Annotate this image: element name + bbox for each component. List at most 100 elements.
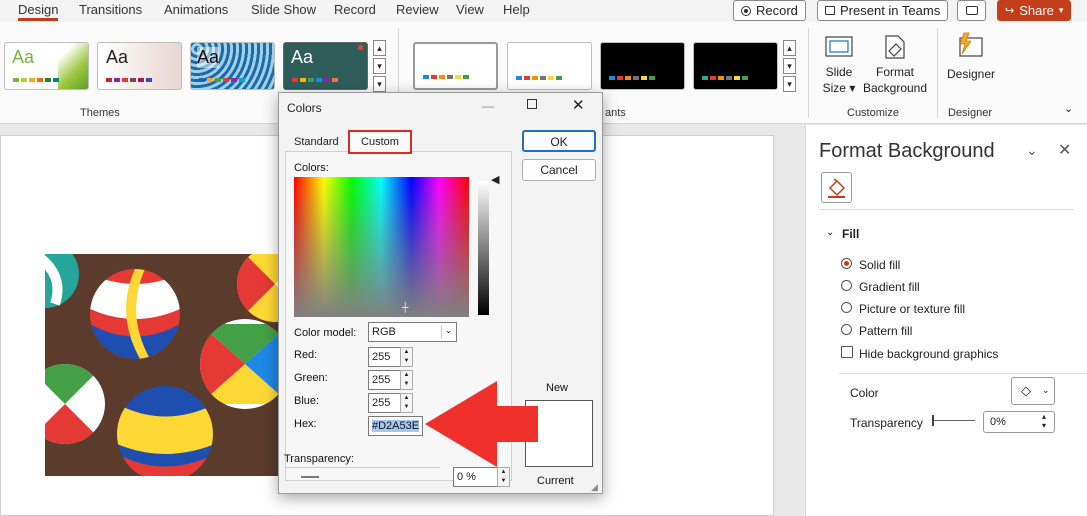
transparency-label: Transparency:: [284, 453, 354, 465]
designer-group-label: Designer: [948, 107, 993, 119]
format-background-button[interactable]: Format Background: [862, 32, 928, 100]
transparency-slider-handle[interactable]: [932, 415, 934, 426]
variant-thumbnail-3[interactable]: [600, 42, 685, 90]
tab-transitions[interactable]: Transitions: [79, 2, 142, 17]
close-dialog-icon[interactable]: ✕: [572, 96, 585, 114]
color-model-select[interactable]: RGB ⌄: [368, 322, 457, 342]
tab-help[interactable]: Help: [503, 2, 530, 17]
luminance-slider[interactable]: [478, 181, 489, 315]
dialog-title: Colors: [287, 101, 322, 115]
comments-button[interactable]: [957, 0, 986, 21]
resize-grip-icon[interactable]: ◢: [591, 482, 598, 493]
divider: [285, 467, 440, 468]
tab-slide-show[interactable]: Slide Show: [251, 2, 316, 17]
pattern-fill-label[interactable]: Pattern fill: [859, 324, 912, 338]
transparency-value: 0%: [990, 416, 1006, 428]
spin-down-icon[interactable]: ▾: [1042, 421, 1046, 430]
red-spinner[interactable]: ▲ ▼: [400, 347, 413, 367]
pane-options-chevron-icon[interactable]: ⌄: [1026, 142, 1038, 159]
variant-thumbnail-1[interactable]: [413, 42, 498, 90]
dialog-transparency-spinner[interactable]: ▲ ▼: [497, 467, 510, 487]
gradient-fill-radio[interactable]: [841, 280, 852, 291]
ribbon-tab-bar: Design Transitions Animations Slide Show…: [0, 0, 1087, 22]
picture-fill-label[interactable]: Picture or texture fill: [859, 302, 965, 316]
tab-animations[interactable]: Animations: [164, 2, 228, 17]
colors-label: Colors:: [294, 162, 329, 174]
theme-thumbnail-1[interactable]: Aa: [4, 42, 89, 90]
picture-fill-radio[interactable]: [841, 302, 852, 313]
fill-section-chevron-icon[interactable]: ⌄: [826, 227, 834, 238]
theme-thumbnail-3[interactable]: Aa: [190, 42, 275, 90]
blue-label: Blue:: [294, 395, 320, 407]
fill-category-button[interactable]: [821, 172, 852, 203]
dialog-transparency-input[interactable]: 0 %: [453, 467, 498, 487]
hide-graphics-checkbox[interactable]: [841, 346, 853, 358]
pane-divider: [839, 373, 1087, 374]
variants-scroll-down[interactable]: ▾: [783, 58, 796, 74]
tab-custom[interactable]: Custom: [348, 130, 412, 154]
green-input[interactable]: 255: [368, 370, 401, 390]
color-spectrum[interactable]: ┼: [294, 177, 469, 317]
transparency-spinner[interactable]: 0% ▴ ▾: [983, 411, 1055, 433]
record-icon: [741, 5, 751, 16]
format-background-pane: Format Background ⌄ ✕ ⌄ Fill Solid fill …: [805, 125, 1087, 516]
variants-scroll-up[interactable]: ▴: [783, 40, 796, 56]
color-label: Color: [850, 386, 879, 400]
chevron-down-icon: ▾: [1058, 5, 1064, 15]
themes-more-button[interactable]: ▾: [373, 76, 386, 92]
solid-fill-radio[interactable]: [841, 258, 852, 269]
close-pane-icon[interactable]: ✕: [1058, 140, 1071, 160]
tab-review[interactable]: Review: [396, 2, 439, 17]
tab-view[interactable]: View: [456, 2, 484, 17]
share-button[interactable]: ↪ Share ▾: [997, 0, 1072, 21]
themes-scroll-down[interactable]: ▾: [373, 58, 386, 74]
beach-balls-picture: [45, 254, 280, 476]
variant-thumbnail-2[interactable]: [507, 42, 592, 90]
tab-record[interactable]: Record: [334, 2, 376, 17]
hex-input[interactable]: #D2A53E: [368, 416, 423, 436]
variants-more-button[interactable]: ▾: [783, 76, 796, 92]
slide-size-button[interactable]: Slide Size ▾: [818, 32, 860, 100]
maximize-icon[interactable]: [527, 99, 537, 109]
transparency-slider-track[interactable]: [933, 420, 975, 421]
red-label: Red:: [294, 349, 318, 361]
themes-group-label: Themes: [80, 107, 120, 119]
present-button-label: Present in Teams: [840, 3, 941, 18]
variant-thumbnail-4[interactable]: [693, 42, 778, 90]
paint-bucket-icon: ◇: [1021, 383, 1031, 398]
ok-button[interactable]: OK: [522, 130, 596, 152]
ribbon-divider: [808, 28, 809, 118]
designer-button[interactable]: Designer: [942, 32, 1000, 92]
tab-standard[interactable]: Standard: [294, 136, 339, 148]
slide-size-label-2: Size ▾: [822, 81, 856, 95]
hide-graphics-label[interactable]: Hide background graphics: [859, 347, 998, 361]
themes-scroll-up[interactable]: ▴: [373, 40, 386, 56]
pane-title: Format Background: [819, 140, 995, 162]
format-background-icon: [885, 35, 905, 59]
gradient-fill-label[interactable]: Gradient fill: [859, 280, 920, 294]
red-input[interactable]: 255: [368, 347, 401, 367]
fill-heading[interactable]: Fill: [842, 227, 859, 241]
designer-icon: [959, 32, 983, 57]
blue-spinner[interactable]: ▲ ▼: [400, 393, 413, 413]
beach-balls-image[interactable]: [45, 254, 280, 476]
solid-fill-label[interactable]: Solid fill: [859, 258, 900, 272]
luminance-arrow-icon[interactable]: ◀: [491, 173, 499, 186]
slide-size-label: Slide: [825, 65, 853, 79]
color-picker-button[interactable]: ◇ ⌄: [1011, 377, 1055, 405]
tab-design[interactable]: Design: [18, 2, 59, 21]
current-color-label: Current: [537, 475, 574, 487]
present-in-teams-button[interactable]: Present in Teams: [817, 0, 949, 21]
pattern-fill-radio[interactable]: [841, 324, 852, 335]
transparency-slider-handle[interactable]: [301, 476, 319, 478]
blue-input[interactable]: 255: [368, 393, 401, 413]
cancel-button[interactable]: Cancel: [522, 159, 596, 181]
theme-thumbnail-4[interactable]: Aa: [283, 42, 368, 90]
theme-thumbnail-2[interactable]: Aa: [97, 42, 182, 90]
spin-up-icon[interactable]: ▴: [1042, 412, 1046, 421]
collapse-ribbon-icon[interactable]: ⌄: [1064, 102, 1073, 115]
theme-preview-text: Aa: [106, 47, 129, 67]
green-spinner[interactable]: ▲ ▼: [400, 370, 413, 390]
record-button[interactable]: Record: [733, 0, 806, 21]
designer-label: Designer: [946, 67, 996, 81]
